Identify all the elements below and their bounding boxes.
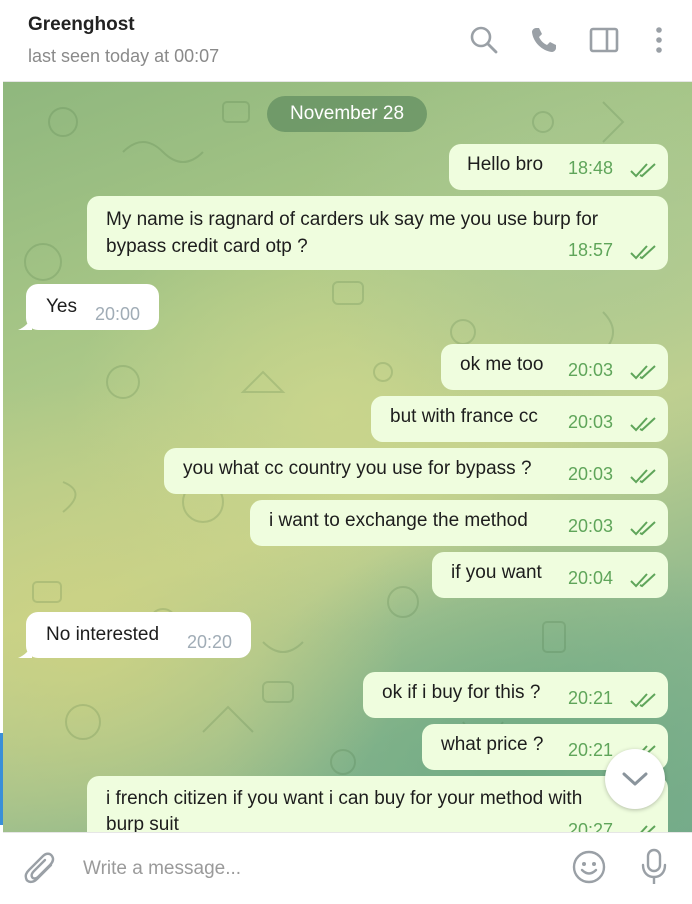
message-time: 20:03 — [568, 360, 614, 380]
chat-header: Greenghost last seen today at 00:07 — [3, 0, 692, 82]
bubble-tail — [18, 316, 32, 330]
date-separator: November 28 — [267, 96, 427, 132]
message-time: 20:04 — [568, 568, 614, 588]
message-bubble-outgoing[interactable]: i french citizen if you want i can buy f… — [87, 776, 668, 832]
message-time: 20:03 — [568, 464, 614, 484]
bubble-tail — [18, 644, 32, 658]
message-bubble-outgoing[interactable]: ok me too 20:03 — [441, 344, 668, 390]
message-time: 20:27 — [568, 820, 614, 832]
message-text: No interested — [46, 624, 160, 645]
message-text: My name is ragnard of carders uk say me … — [106, 209, 599, 230]
message-text: bypass credit card otp ? — [106, 236, 308, 257]
message-time: 20:03 — [568, 412, 614, 432]
contact-name[interactable]: Greenghost — [28, 14, 135, 36]
message-text: i french citizen if you want i can buy f… — [106, 788, 583, 809]
double-check-icon — [630, 417, 656, 432]
more-vertical-icon[interactable] — [643, 24, 675, 56]
message-text: Yes — [46, 296, 77, 317]
message-bubble-outgoing[interactable]: you what cc country you use for bypass ?… — [164, 448, 668, 494]
paperclip-icon[interactable] — [23, 851, 57, 892]
double-check-icon — [630, 521, 656, 536]
left-edge-accent — [0, 733, 3, 825]
message-time: 20:03 — [568, 516, 614, 536]
message-text: ok me too — [460, 354, 544, 375]
message-text: what price ? — [441, 734, 544, 755]
message-bubble-incoming[interactable]: No interested 20:20 — [18, 612, 251, 658]
message-time: 18:57 — [568, 240, 614, 260]
message-bubble-outgoing[interactable]: i want to exchange the method 20:03 — [250, 500, 668, 546]
message-text: ok if i buy for this ? — [382, 682, 541, 703]
message-text: if you want — [451, 562, 542, 583]
message-composer — [3, 832, 692, 904]
scroll-to-bottom-button[interactable] — [605, 749, 665, 809]
double-check-icon — [630, 693, 656, 708]
message-bubble-outgoing[interactable]: Hello bro 18:48 — [449, 144, 668, 190]
message-text: i want to exchange the method — [269, 510, 528, 531]
emoji-icon[interactable] — [571, 849, 607, 890]
chevron-down-icon — [622, 772, 648, 786]
microphone-icon[interactable] — [639, 847, 669, 892]
message-time: 18:48 — [568, 158, 614, 178]
double-check-icon — [640, 825, 656, 832]
search-icon[interactable] — [468, 24, 500, 56]
message-bubble-outgoing[interactable]: ok if i buy for this ? 20:21 — [363, 672, 668, 718]
message-text: Hello bro — [467, 154, 544, 175]
sidebar-toggle-icon[interactable] — [588, 24, 620, 56]
double-check-icon — [630, 573, 656, 588]
message-text: you what cc country you use for bypass ? — [183, 458, 532, 479]
message-time: 20:21 — [568, 688, 614, 708]
double-check-icon — [630, 469, 656, 484]
message-bubble-outgoing[interactable]: but with france cc 20:03 — [371, 396, 668, 442]
phone-icon[interactable] — [528, 24, 560, 56]
contact-status: last seen today at 00:07 — [28, 46, 220, 66]
message-time: 20:00 — [95, 304, 141, 324]
message-bubble-outgoing[interactable]: if you want 20:04 — [432, 552, 668, 598]
double-check-icon — [630, 245, 656, 260]
message-time: 20:20 — [187, 632, 233, 652]
message-time: 20:21 — [568, 740, 614, 760]
chat-area[interactable]: November 28 Hello bro 18:48 My name is r… — [3, 82, 692, 832]
message-bubble-incoming[interactable]: Yes 20:00 — [18, 284, 159, 330]
double-check-icon — [630, 163, 656, 178]
double-check-icon — [630, 365, 656, 380]
message-text: but with france cc — [390, 406, 538, 427]
message-bubble-outgoing[interactable]: My name is ragnard of carders uk say me … — [87, 196, 668, 270]
message-input[interactable] — [81, 853, 545, 885]
message-text: burp suit — [106, 814, 179, 832]
